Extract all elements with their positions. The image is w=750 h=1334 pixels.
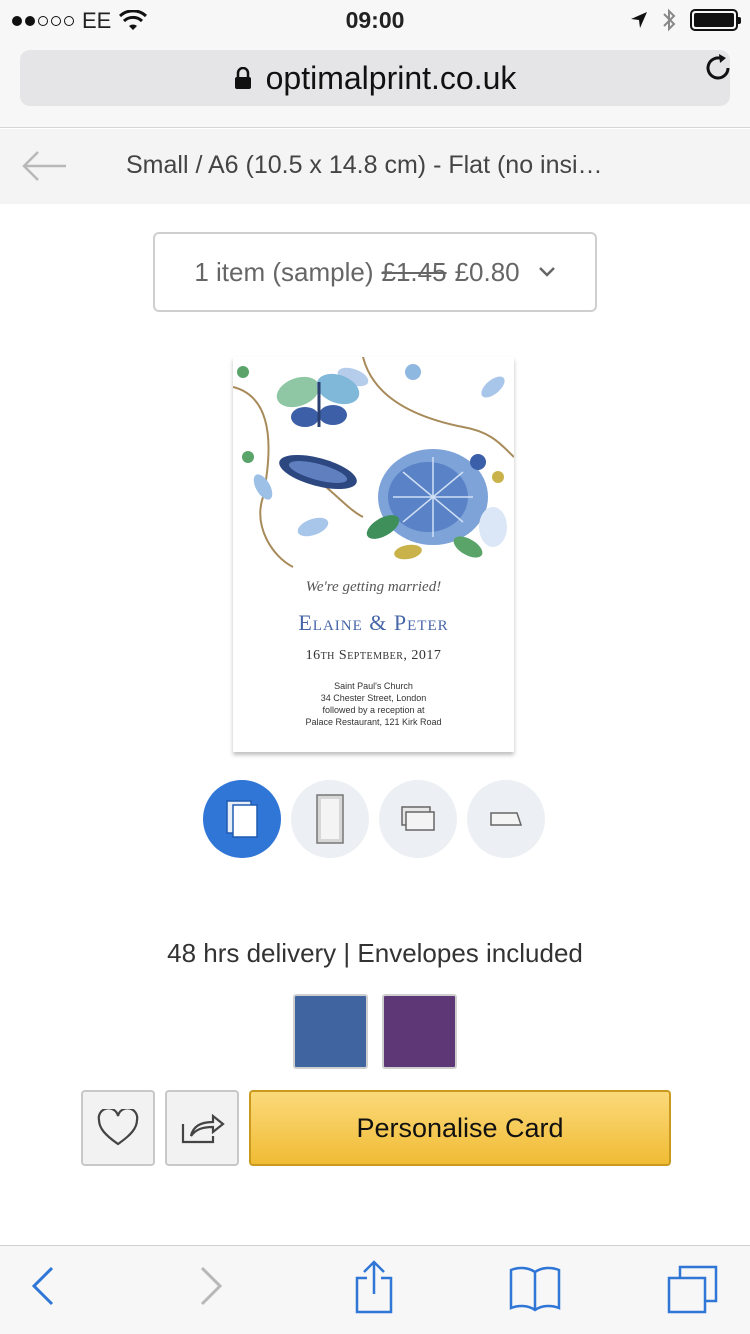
browser-address-area: optimalprint.co.uk <box>0 40 750 128</box>
quantity-label: 1 item (sample) <box>194 256 374 287</box>
page-title: Small / A6 (10.5 x 14.8 cm) - Flat (no i… <box>126 151 603 179</box>
card-names: Elaine & Peter <box>298 610 449 635</box>
back-chevron-icon[interactable] <box>30 1264 56 1308</box>
share-sheet-icon[interactable] <box>353 1260 395 1316</box>
view-front-button[interactable] <box>203 780 281 858</box>
swatch-blue[interactable] <box>293 994 368 1069</box>
card-stack-icon <box>401 806 435 831</box>
reload-icon[interactable] <box>702 52 734 84</box>
personalise-card-button[interactable]: Personalise Card <box>249 1090 671 1166</box>
card-flat-icon <box>490 812 523 826</box>
quantity-dropdown[interactable]: 1 item (sample) £1.45 £0.80 <box>153 232 597 312</box>
favorite-button[interactable] <box>81 1090 155 1166</box>
view-options <box>203 780 545 858</box>
card-tagline: We're getting married! <box>305 579 442 595</box>
card-venue-line: Palace Restaurant, 121 Kirk Road <box>305 717 442 727</box>
share-button[interactable] <box>165 1090 239 1166</box>
browser-toolbar <box>0 1245 750 1334</box>
share-icon <box>181 1113 225 1144</box>
card-venue-line: 34 Chester Street, London <box>320 693 427 703</box>
card-side-icon <box>316 794 344 844</box>
bookmarks-icon[interactable] <box>508 1264 562 1312</box>
lock-icon <box>234 67 251 89</box>
view-flat-button[interactable] <box>467 780 545 858</box>
heart-icon <box>97 1109 139 1146</box>
card-venue-line: followed by a reception at <box>322 705 425 715</box>
card-venue: Saint Paul's Church 34 Chester Street, L… <box>233 680 514 728</box>
chevron-down-icon <box>538 267 555 277</box>
current-price: £0.80 <box>454 256 520 287</box>
swatch-purple[interactable] <box>382 994 457 1069</box>
card-front-icon <box>226 800 258 838</box>
action-row: Personalise Card <box>81 1090 671 1166</box>
status-bar: EE 09:00 <box>0 0 750 40</box>
view-envelope-button[interactable] <box>379 780 457 858</box>
forward-chevron-icon[interactable] <box>198 1264 224 1308</box>
location-arrow-icon <box>631 12 647 28</box>
back-arrow-icon[interactable] <box>20 149 68 183</box>
tabs-icon[interactable] <box>666 1264 720 1316</box>
card-date: 16th September, 2017 <box>305 648 442 663</box>
url-text: optimalprint.co.uk <box>265 59 517 96</box>
address-bar[interactable]: optimalprint.co.uk <box>20 50 730 106</box>
card-preview: We're getting married! Elaine & Peter 16… <box>233 357 514 752</box>
page-header: Small / A6 (10.5 x 14.8 cm) - Flat (no i… <box>0 129 750 204</box>
card-venue-line: Saint Paul's Church <box>334 681 413 691</box>
old-price: £1.45 <box>381 256 447 287</box>
delivery-info: 48 hrs delivery | Envelopes included <box>167 938 583 968</box>
battery-icon <box>690 9 741 31</box>
view-side-button[interactable] <box>291 780 369 858</box>
color-swatches <box>293 994 457 1069</box>
bluetooth-icon <box>663 8 676 32</box>
floral-illustration <box>233 357 514 568</box>
